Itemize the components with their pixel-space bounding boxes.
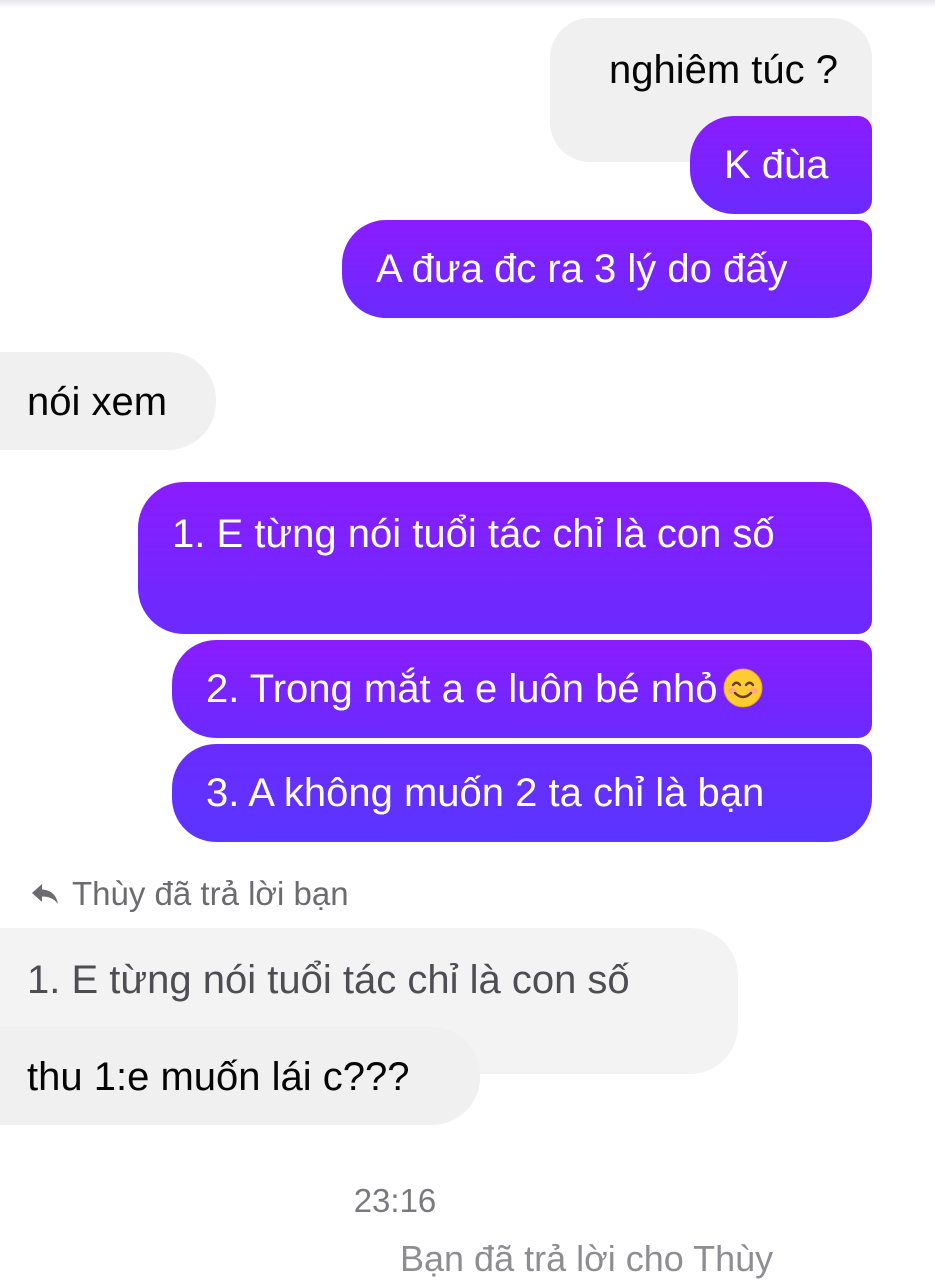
message-bubble-outgoing[interactable]: 2. Trong mắt a e luôn bé nhỏ <box>172 640 872 738</box>
message-text: nghiêm túc ? <box>608 48 838 92</box>
quoted-message-text: 1. E từng nói tuổi tác chỉ là con số <box>27 958 630 1002</box>
message-timestamp: 23:16 <box>353 1182 437 1219</box>
message-text: 2. Trong mắt a e luôn bé nhỏ <box>206 667 718 711</box>
top-edge-shadow <box>0 0 935 8</box>
message-text: thu 1:e muốn lái c??? <box>27 1055 410 1099</box>
message-bubble-outgoing[interactable]: A đưa đc ra 3 lý do đấy <box>342 220 872 318</box>
message-bubble-outgoing[interactable]: 3. A không muốn 2 ta chỉ là bạn <box>172 744 872 842</box>
message-text: K đùa <box>724 143 829 187</box>
message-text: nói xem <box>27 380 168 424</box>
message-text: 3. A không muốn 2 ta chỉ là bạn <box>206 771 765 815</box>
cut-off-reply-label: Bạn đã trả lời cho Thùy <box>400 1238 774 1279</box>
message-text: A đưa đc ra 3 lý do đấy <box>376 247 788 291</box>
smiling-face-emoji-icon <box>723 668 763 708</box>
reply-header-text: Thùy đã trả lời bạn <box>72 875 349 912</box>
message-bubble-outgoing[interactable]: 1. E từng nói tuổi tác chỉ là con số <box>138 482 872 634</box>
message-bubble-outgoing[interactable]: K đùa <box>690 116 872 214</box>
message-bubble-incoming[interactable]: thu 1:e muốn lái c??? <box>0 1027 480 1125</box>
message-text: 1. E từng nói tuổi tác chỉ là con số <box>172 512 775 556</box>
reply-arrow-icon <box>32 884 58 904</box>
reply-header: Thùy đã trả lời bạn <box>30 872 349 916</box>
message-bubble-incoming[interactable]: nói xem <box>0 352 216 450</box>
